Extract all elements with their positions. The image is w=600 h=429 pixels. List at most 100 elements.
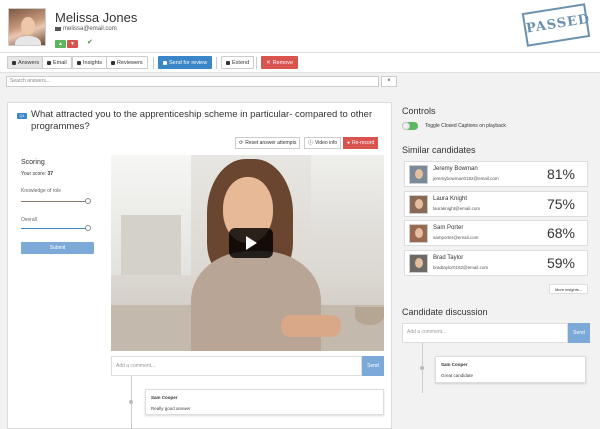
candidate-photo (409, 195, 428, 214)
slider-overall[interactable] (21, 228, 88, 229)
extend-label: Extend (232, 57, 249, 69)
discussion-comment-input[interactable]: Add a comment... (402, 323, 568, 343)
reset-attempts-label: Reset answer attempts (245, 138, 296, 149)
comment-item: Sam Cooper Really good answer (145, 389, 384, 415)
candidate-email[interactable]: melissa@email.com (55, 26, 117, 32)
toolbar-divider (153, 57, 154, 69)
tab-answers[interactable]: Answers (7, 56, 44, 69)
candidate-photo (409, 254, 428, 273)
candidate-score: 75% (547, 196, 575, 212)
candidate-score: 59% (547, 255, 575, 271)
candidate-email: lauraknight@email.com (433, 206, 480, 211)
question-number-badge: Q1 (17, 113, 27, 119)
extend-button[interactable]: Extend (221, 56, 254, 69)
info-icon: ⓘ (308, 138, 313, 149)
check-icon: ✔ (87, 38, 93, 46)
record-icon: ● (347, 138, 350, 149)
candidate-email: bradtaylor0192@email.com (433, 265, 488, 270)
remove-button[interactable]: ✕ Remove (261, 56, 298, 69)
timeline-dot (420, 366, 424, 370)
toolbar-divider (216, 57, 217, 69)
comment-text: Really good answer (151, 406, 191, 411)
similar-candidate-card[interactable]: Laura Knight lauraknight@email.com 75% (404, 191, 588, 217)
candidate-score: 68% (547, 225, 575, 241)
slider-knowledge[interactable] (21, 201, 88, 202)
candidate-name: Brad Taylor (433, 255, 463, 261)
comment-send-button[interactable]: Send (362, 356, 384, 376)
timeline-dot (129, 400, 133, 404)
thumbs-up-button[interactable]: ▲ (55, 40, 66, 48)
rerecord-label: Re-record (352, 138, 374, 149)
question-title: What attracted you to the apprenticeship… (31, 109, 381, 133)
answers-icon (12, 61, 16, 65)
tab-insights[interactable]: Insights (72, 56, 107, 69)
candidate-photo (409, 165, 428, 184)
submit-score-button[interactable]: Submit (21, 242, 94, 254)
candidate-name: Jeremy Bowman (433, 166, 478, 172)
similar-candidate-card[interactable]: Jeremy Bowman jeremybowman0192@email.com… (404, 161, 588, 187)
search-input[interactable]: Search answers... (6, 76, 379, 87)
toolbar-divider (256, 57, 257, 69)
comment-input[interactable]: Add a comment... (111, 356, 362, 376)
candidate-header: Melissa Jones melissa@email.com ▲ ▼ ✔ PA… (0, 0, 600, 53)
captions-toggle[interactable] (402, 122, 418, 130)
envelope-icon (55, 27, 61, 31)
candidate-name: Sam Porter (433, 225, 463, 231)
remove-label: Remove (273, 57, 293, 69)
chart-icon (77, 61, 81, 65)
captions-toggle-label: Toggle Closed Captions on playback (425, 123, 506, 129)
your-score-value: 37 (48, 171, 54, 177)
thumbs-down-button[interactable]: ▼ (67, 40, 78, 48)
answer-card: Q1 What attracted you to the apprentices… (7, 102, 392, 429)
slider-label-knowledge: Knowledge of role (21, 188, 61, 194)
tab-answers-label: Answers (18, 57, 39, 69)
slider-label-overall: Overall (21, 217, 37, 223)
close-icon: ✕ (266, 57, 271, 69)
search-clear-button[interactable]: × (381, 76, 397, 87)
tab-insights-label: Insights (83, 57, 102, 69)
discussion-send-button[interactable]: Send (568, 323, 590, 343)
candidate-score: 81% (547, 166, 575, 182)
refresh-icon: ⟳ (239, 138, 243, 149)
send-for-review-button[interactable]: Send for review (158, 56, 212, 69)
similar-candidates-title: Similar candidates (402, 145, 476, 155)
similar-candidate-card[interactable]: Sam Porter samporter@email.com 68% (404, 220, 588, 246)
your-score: Your score: 37 (21, 171, 53, 177)
passed-stamp: PASSED (522, 3, 591, 47)
slider-overall-handle[interactable] (85, 225, 91, 231)
candidate-email: samporter@email.com (433, 235, 478, 240)
candidate-avatar (8, 8, 46, 46)
discussion-author: Sam Cooper (441, 362, 468, 367)
candidate-photo (409, 224, 428, 243)
reset-attempts-button[interactable]: ⟳ Reset answer attempts (235, 137, 300, 149)
candidate-email: jeremybowman0192@email.com (433, 176, 499, 181)
envelope-icon (47, 61, 51, 65)
video-info-button[interactable]: ⓘ Video info (304, 137, 341, 149)
discussion-item: Sam Cooper Great candidate (435, 356, 586, 383)
user-icon (111, 61, 115, 65)
tab-reviewers-label: Reviewers (117, 57, 143, 69)
discussion-text: Great candidate (441, 373, 473, 378)
similar-candidate-card[interactable]: Brad Taylor bradtaylor0192@email.com 59% (404, 250, 588, 276)
tab-email[interactable]: Email (42, 56, 72, 69)
candidate-email-text: melissa@email.com (63, 26, 117, 32)
rerecord-button[interactable]: ● Re-record (343, 137, 378, 149)
slider-knowledge-handle[interactable] (85, 198, 91, 204)
tab-email-label: Email (53, 57, 67, 69)
send-for-review-label: Send for review (169, 57, 207, 69)
comment-author: Sam Cooper (151, 395, 178, 400)
candidate-name: Melissa Jones (55, 10, 137, 25)
more-insights-button[interactable]: More insights... (549, 284, 588, 294)
tab-reviewers[interactable]: Reviewers (106, 56, 148, 69)
hourglass-icon (226, 61, 230, 65)
your-score-label: Your score: (21, 171, 46, 177)
video-info-label: Video info (315, 138, 337, 149)
scoring-title: Scoring (21, 159, 45, 166)
answer-video-player[interactable] (111, 155, 384, 351)
play-icon[interactable] (229, 228, 273, 258)
controls-title: Controls (402, 106, 436, 116)
candidate-name: Laura Knight (433, 196, 467, 202)
candidate-discussion-title: Candidate discussion (402, 307, 488, 317)
toolbar: Answers Email Insights Reviewers Send fo… (0, 53, 600, 73)
send-icon (163, 61, 167, 65)
